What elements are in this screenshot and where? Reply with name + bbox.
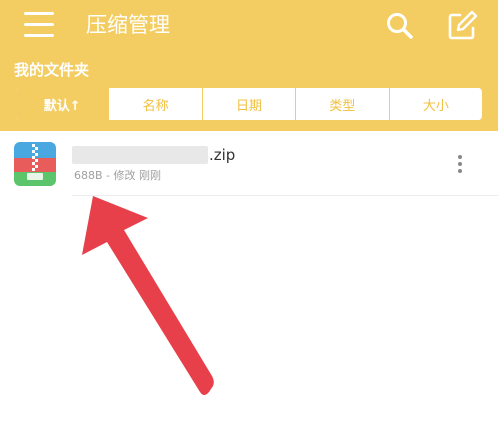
more-options-icon[interactable] [450,152,470,176]
folder-label: 我的文件夹 [14,61,90,79]
sort-tab-name[interactable]: 名称 [108,88,202,120]
file-name: .zip [72,144,235,166]
edit-icon[interactable] [446,10,478,42]
sort-tabs: 默认↑ 名称 日期 类型 大小 [15,87,483,121]
search-icon[interactable] [384,10,416,42]
list-divider [72,195,498,196]
hamburger-menu-icon[interactable] [24,10,56,40]
app-header: 压缩管理 我的文件夹 默认↑ 名称 日期 类型 大小 [0,0,498,131]
file-meta: 688B - 修改 刚刚 [74,169,162,182]
sort-tab-type[interactable]: 类型 [295,88,389,120]
sort-tab-size[interactable]: 大小 [388,88,482,120]
redacted-filename [72,146,208,164]
file-extension: .zip [209,146,236,164]
sort-tab-date[interactable]: 日期 [201,88,296,120]
sort-tab-default[interactable]: 默认↑ [16,88,109,120]
zip-archive-icon [14,142,56,186]
file-list-item[interactable]: .zip 688B - 修改 刚刚 [0,132,498,196]
page-title: 压缩管理 [86,13,170,37]
